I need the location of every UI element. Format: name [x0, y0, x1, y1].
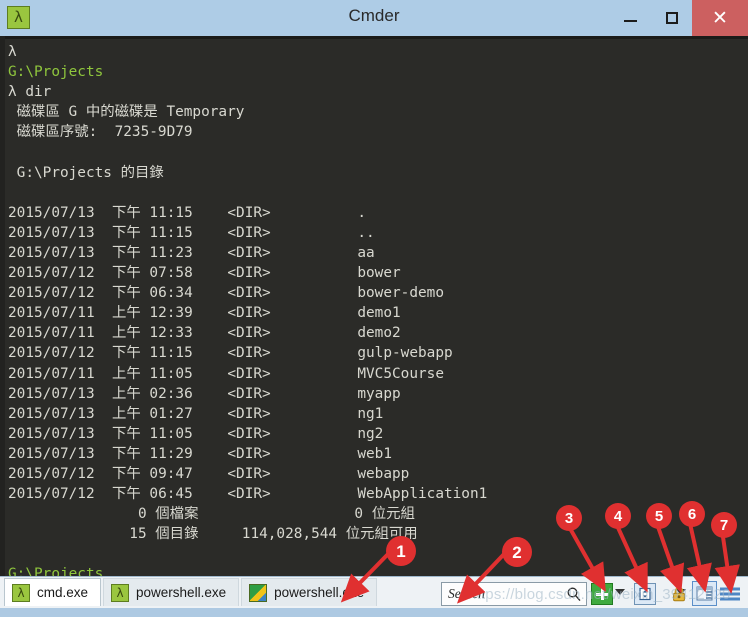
terminal-text: 2015/07/13 下午 11:23 <DIR> aa: [8, 244, 375, 261]
callout-badge-1: 1: [386, 536, 416, 566]
terminal-line: 2015/07/11 上午 12:33 <DIR> demo2: [8, 323, 743, 343]
terminal-text: 磁碟區序號: 7235-9D79: [8, 124, 193, 141]
terminal-text: G:\Projects: [8, 64, 104, 81]
minimize-icon: [623, 20, 637, 22]
terminal-line: 2015/07/13 下午 11:05 <DIR> ng2: [8, 424, 743, 444]
terminal-text: 2015/07/11 上午 12:33 <DIR> demo2: [8, 325, 401, 342]
terminal-line: 2015/07/13 下午 11:23 <DIR> aa: [8, 243, 743, 263]
terminal-line: 2015/07/11 上午 12:39 <DIR> demo1: [8, 303, 743, 323]
maximize-button[interactable]: [652, 0, 692, 36]
terminal-line: 2015/07/13 上午 02:36 <DIR> myapp: [8, 384, 743, 404]
terminal-line: 2015/07/11 上午 11:05 <DIR> MVC5Course: [8, 364, 743, 384]
terminal-text: 2015/07/12 下午 11:15 <DIR> gulp-webapp: [8, 345, 453, 362]
callout-badge-4: 4: [605, 503, 631, 529]
terminal-line: G:\Projects 的目錄: [8, 163, 743, 183]
terminal-text: 2015/07/13 下午 11:15 <DIR> .: [8, 204, 367, 221]
terminal-text: λ: [8, 44, 17, 60]
callout-arrows: [340, 518, 740, 604]
terminal-line: λ: [8, 42, 743, 62]
terminal-line: 2015/07/12 下午 11:15 <DIR> gulp-webapp: [8, 343, 743, 363]
terminal-text: 2015/07/13 上午 01:27 <DIR> ng1: [8, 405, 384, 422]
terminal-line: 2015/07/12 下午 09:47 <DIR> webapp: [8, 464, 743, 484]
terminal-text: 2015/07/13 下午 11:15 <DIR> ..: [8, 224, 375, 241]
terminal-line: 磁碟區 G 中的磁碟是 Temporary: [8, 102, 743, 122]
close-icon: ✕: [712, 7, 728, 29]
terminal-text: λ dir: [8, 84, 52, 101]
callout-badge-5: 5: [646, 503, 672, 529]
terminal-line: 2015/07/13 下午 11:15 <DIR> .: [8, 203, 743, 223]
terminal-text: 2015/07/13 下午 11:05 <DIR> ng2: [8, 425, 384, 442]
terminal-text: 2015/07/13 下午 11:29 <DIR> web1: [8, 445, 393, 462]
minimize-button[interactable]: [610, 0, 650, 36]
terminal-line: 2015/07/13 上午 01:27 <DIR> ng1: [8, 404, 743, 424]
close-button[interactable]: ✕: [692, 0, 748, 36]
terminal-line: 2015/07/12 下午 06:34 <DIR> bower-demo: [8, 283, 743, 303]
terminal-line: λ dir: [8, 82, 743, 102]
terminal-line: 2015/07/13 下午 11:15 <DIR> ..: [8, 223, 743, 243]
terminal-text: 2015/07/11 上午 12:39 <DIR> demo1: [8, 305, 401, 322]
terminal-text: 磁碟區 G 中的磁碟是 Temporary: [8, 104, 245, 121]
terminal-line: G:\Projects: [8, 62, 743, 82]
terminal-text: 2015/07/12 下午 07:58 <DIR> bower: [8, 265, 401, 282]
terminal-text: 2015/07/11 上午 11:05 <DIR> MVC5Course: [8, 365, 444, 382]
terminal-text: 2015/07/12 下午 06:34 <DIR> bower-demo: [8, 285, 444, 302]
terminal-text: G:\Projects 的目錄: [8, 164, 164, 181]
callout-badge-2: 2: [502, 537, 532, 567]
callout-badge-3: 3: [556, 505, 582, 531]
terminal-line: 磁碟區序號: 7235-9D79: [8, 122, 743, 142]
callout-badge-7: 7: [711, 512, 737, 538]
callout-badge-6: 6: [679, 501, 705, 527]
cmder-window: λ Cmder ✕ λ G:\Projects λ dir 磁碟區 G 中的磁碟是 …: [0, 0, 748, 617]
terminal-line: 2015/07/12 下午 07:58 <DIR> bower: [8, 263, 743, 283]
maximize-icon: [666, 12, 678, 24]
terminal-text: 2015/07/13 上午 02:36 <DIR> myapp: [8, 385, 401, 402]
terminal-top-edge: [0, 36, 748, 39]
title-bar: λ Cmder ✕: [0, 0, 748, 36]
terminal-line: 2015/07/13 下午 11:29 <DIR> web1: [8, 444, 743, 464]
terminal-text: 2015/07/12 下午 09:47 <DIR> webapp: [8, 465, 410, 482]
